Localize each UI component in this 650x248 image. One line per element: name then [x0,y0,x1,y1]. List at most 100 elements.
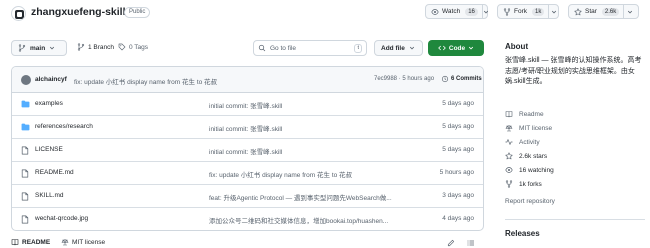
file-commit-age: 5 days ago [442,146,474,153]
tab-license-label: MIT license [72,238,106,246]
watch-button[interactable]: Watch 16 [425,4,488,19]
branch-selector[interactable]: main [11,40,67,56]
file-name[interactable]: wechat-qrcode.jpg [35,215,88,222]
file-commit-message[interactable]: fix: update 小红书 display name from 花生 to … [209,169,352,179]
search-icon [258,44,266,52]
code-label: Code [448,44,466,52]
file-commit-message[interactable]: initial commit: 张雪峰.skill [209,100,282,110]
law-icon [505,125,513,132]
watch-count: 16 [465,7,478,16]
file-name[interactable]: examples [35,100,63,107]
file-commit-age: 4 days ago [442,215,474,222]
chevron-down-icon [469,46,474,50]
stars-link[interactable]: 2.6k stars [505,152,547,160]
readme-tabs: README MIT license [11,236,484,248]
report-repository-link[interactable]: Report repository [505,198,555,205]
history-icon [441,75,449,83]
tab-license[interactable]: MIT license [61,238,105,246]
eye-icon [505,167,513,173]
watching-count: 16 watching [519,166,554,174]
add-file-button[interactable]: Add file [374,40,423,56]
report-repository-label: Report repository [505,198,555,205]
fork-icon [505,180,513,188]
file-icon [21,169,29,178]
owner-avatar[interactable] [11,6,26,21]
commits-link[interactable]: 6 Commits [441,73,482,85]
visibility-badge: Public [124,7,151,18]
forks-link[interactable]: 1k forks [505,180,542,188]
go-to-file-input[interactable]: Go to file t [253,40,367,56]
folder-icon [21,100,30,108]
file-commit-message[interactable]: initial commit: 张雪峰.skill [209,123,282,133]
tab-readme-label: README [22,238,51,246]
tags-link[interactable]: 0 Tags [118,43,148,51]
chevron-down-icon [483,10,488,13]
code-icon [438,45,446,51]
tab-readme[interactable]: README [11,238,50,246]
add-file-label: Add file [381,44,405,52]
latest-commit-bar: alchaincyf fix: update 小红书 display name … [12,67,483,93]
file-name[interactable]: LICENSE [35,146,63,153]
file-icon [21,146,29,155]
file-row[interactable]: wechat-qrcode.jpg 添加公众号二维码和社交媒体信息，增加booka… [12,208,483,230]
file-commit-age: 5 days ago [442,123,474,130]
file-commit-age: 5 hours ago [439,169,474,176]
chevron-down-icon [409,46,414,50]
code-button[interactable]: Code [428,40,484,56]
star-icon [505,152,513,160]
pencil-icon[interactable] [447,239,455,247]
folder-icon [21,123,30,131]
branch-icon [18,44,26,52]
branches-link[interactable]: 1 Branch [77,43,114,51]
file-row[interactable]: examples initial commit: 张雪峰.skill 5 days … [12,93,483,116]
license-link[interactable]: MIT license [505,124,552,132]
go-to-file-placeholder: Go to file [270,44,297,52]
chevron-down-icon [50,46,55,50]
law-icon [61,239,69,246]
branch-icon [77,43,85,51]
file-browser: alchaincyf fix: update 小红书 display name … [11,66,484,231]
tag-icon [118,43,126,51]
repo-name[interactable]: zhangxuefeng-skill [31,6,126,18]
stars-count: 2.6k stars [519,152,548,160]
book-icon [11,239,19,246]
file-row[interactable]: LICENSE initial commit: 张雪峰.skill 5 days a… [12,139,483,162]
pulse-icon [505,139,513,145]
tags-count: 0 Tags [129,43,149,51]
readme-link-label: Readme [519,110,544,118]
file-row[interactable]: references/research initial commit: 张雪峰.s… [12,116,483,139]
file-row[interactable]: README.md fix: update 小红书 display name fr… [12,162,483,185]
file-name[interactable]: SKILL.md [35,192,64,199]
file-commit-message[interactable]: initial commit: 张雪峰.skill [209,146,282,156]
file-commit-message[interactable]: feat: 升级Agentic Protocol — 遇到事实型问题先WebSe… [209,192,392,202]
watch-label: Watch [442,8,461,15]
forks-count: 1k forks [519,180,542,188]
book-icon [505,111,513,118]
file-icon [21,215,29,224]
watching-link[interactable]: 16 watching [505,166,554,174]
about-sidebar: About 张雪峰.skill — 张雪峰的认知操作系统。高考志愿/考研/职业规… [505,0,650,248]
file-name[interactable]: README.md [35,169,74,176]
commits-count: 6 Commits [451,76,482,82]
commit-message[interactable]: fix: update 小红书 display name from 花生 to … [74,76,217,86]
commit-author-avatar[interactable] [21,75,31,85]
list-icon[interactable] [467,239,475,247]
go-to-file-shortcut: t [354,43,362,53]
file-commit-message[interactable]: 添加公众号二维码和社交媒体信息，增加bookai.top/huashen... [209,215,388,225]
branches-count: 1 Branch [88,43,115,51]
commit-author[interactable]: alchaincyf [35,76,67,83]
commit-hash-time[interactable]: 7ec9988 · 5 hours ago [374,76,434,82]
watch-dropdown[interactable] [481,5,489,18]
activity-link[interactable]: Activity [505,138,540,146]
file-commit-age: 3 days ago [442,192,474,199]
file-row[interactable]: SKILL.md feat: 升级Agentic Protocol — 遇到事实型… [12,185,483,208]
releases-heading[interactable]: Releases [505,229,540,238]
file-name[interactable]: references/research [35,123,93,130]
activity-link-label: Activity [519,138,540,146]
readme-link[interactable]: Readme [505,110,544,118]
file-icon [21,192,29,201]
sidebar-divider [505,219,645,220]
about-heading: About [505,42,529,51]
file-commit-age: 5 days ago [442,100,474,107]
eye-icon [431,8,439,15]
